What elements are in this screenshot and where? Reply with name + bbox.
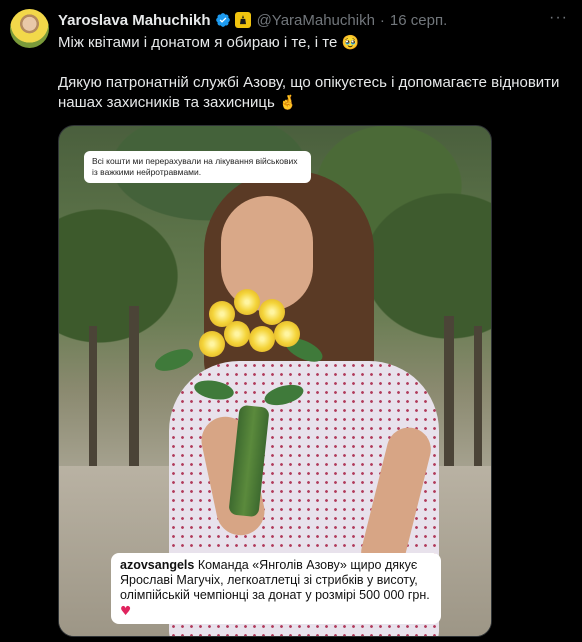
caption-username: azovsangels bbox=[120, 558, 195, 572]
pleading-face-emoji: 🥹 bbox=[341, 35, 359, 51]
flower-bouquet bbox=[152, 281, 334, 421]
top-caption-box: Всі кошти ми перерахували на лікування в… bbox=[84, 151, 311, 183]
tweet-header: Yaroslava Mahuchikh @YaraMahuchikh · 16 … bbox=[58, 10, 447, 30]
tweet-date[interactable]: 16 серп. bbox=[390, 12, 447, 29]
more-options-icon[interactable]: ··· bbox=[549, 9, 568, 27]
tree-trunk bbox=[444, 316, 454, 486]
tree-trunk bbox=[474, 326, 482, 476]
author-name[interactable]: Yaroslava Mahuchikh bbox=[58, 12, 211, 29]
tweet-text-line2: Дякую патронатній службі Азову, що опіку… bbox=[58, 74, 560, 111]
author-avatar[interactable] bbox=[10, 9, 49, 48]
tweet-media-image[interactable]: Всі кошти ми перерахували на лікування в… bbox=[58, 125, 492, 637]
bottom-caption-box: azovsangels Команда «Янголів Азову» щиро… bbox=[111, 553, 441, 624]
tree-trunk bbox=[89, 326, 97, 466]
tweet-text: Між квітами і донатом я обираю і те, і т… bbox=[58, 33, 568, 113]
crossed-fingers-emoji: 🤞 bbox=[279, 95, 297, 111]
affiliate-badge-icon[interactable] bbox=[234, 12, 251, 28]
separator-dot: · bbox=[379, 11, 385, 29]
author-handle[interactable]: @YaraMahuchikh bbox=[257, 12, 375, 29]
tree-trunk bbox=[129, 306, 139, 476]
top-caption-text: Всі кошти ми перерахували на лікування в… bbox=[92, 156, 298, 177]
heart-icon: ♥ bbox=[120, 603, 132, 618]
tweet-text-line1: Між квітами і донатом я обираю і те, і т… bbox=[58, 34, 338, 51]
verified-badge-icon[interactable] bbox=[215, 12, 231, 28]
